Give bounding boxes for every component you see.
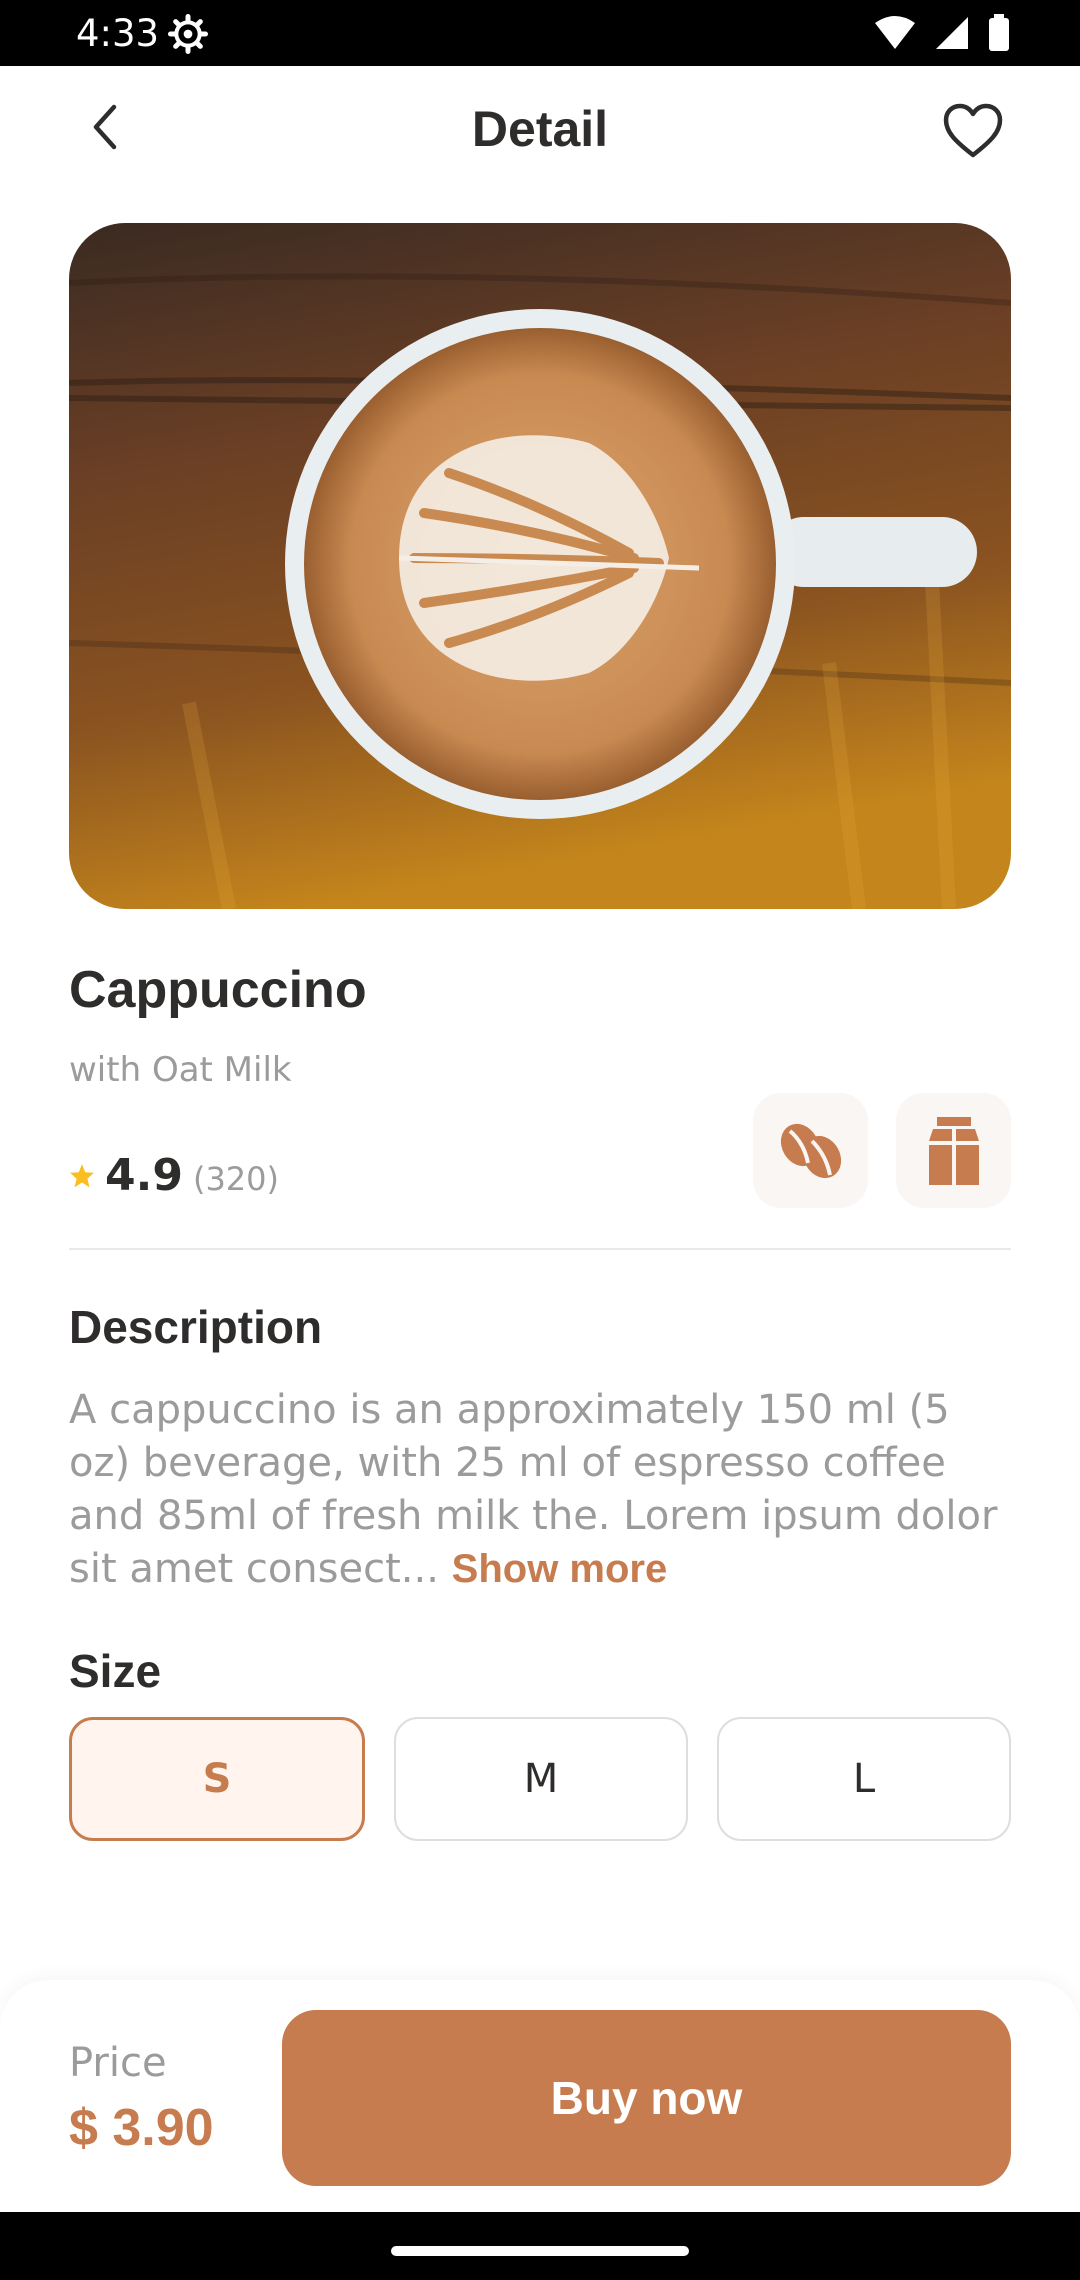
product-name: Cappuccino <box>69 961 367 1019</box>
product-subtitle: with Oat Milk <box>69 1050 292 1090</box>
wifi-icon <box>875 16 915 49</box>
home-indicator[interactable] <box>391 2246 689 2256</box>
show-more-link[interactable]: Show more <box>452 1547 668 1591</box>
milk-carton-icon <box>928 1116 979 1185</box>
price-value: $ 3.90 <box>69 2099 214 2157</box>
system-nav-bar <box>0 2212 1080 2280</box>
rating: 4.9 (320) <box>69 1150 279 1201</box>
milk-feature <box>896 1093 1011 1208</box>
size-option-s[interactable]: S <box>69 1717 365 1841</box>
size-selector: S M L <box>69 1717 1011 1841</box>
coffee-feature <box>753 1093 868 1208</box>
description-title: Description <box>69 1301 323 1353</box>
rating-value: 4.9 <box>105 1150 183 1201</box>
status-time: 4:33 <box>76 12 160 55</box>
settings-icon <box>168 14 208 54</box>
size-option-m[interactable]: M <box>394 1717 688 1841</box>
status-bar: 4:33 <box>0 0 1080 66</box>
divider <box>69 1248 1011 1250</box>
page-title: Detail <box>471 101 609 157</box>
favorite-button[interactable] <box>942 100 1004 162</box>
description-text: A cappuccino is an approximately 150 ml … <box>69 1384 1011 1596</box>
coffee-bean-icon <box>780 1123 841 1178</box>
size-title: Size <box>69 1645 162 1697</box>
star-icon <box>70 1163 94 1187</box>
heart-outline-icon <box>943 103 1003 158</box>
checkout-bar: Price $ 3.90 Buy now <box>0 1980 1080 2212</box>
size-option-l[interactable]: L <box>717 1717 1011 1841</box>
header: Detail <box>0 66 1080 198</box>
battery-icon <box>989 14 1009 51</box>
buy-now-button[interactable]: Buy now <box>282 2010 1011 2186</box>
signal-icon <box>936 17 968 49</box>
rating-count: (320) <box>192 1160 279 1198</box>
product-image <box>69 223 1011 909</box>
price-label: Price <box>69 2040 167 2086</box>
